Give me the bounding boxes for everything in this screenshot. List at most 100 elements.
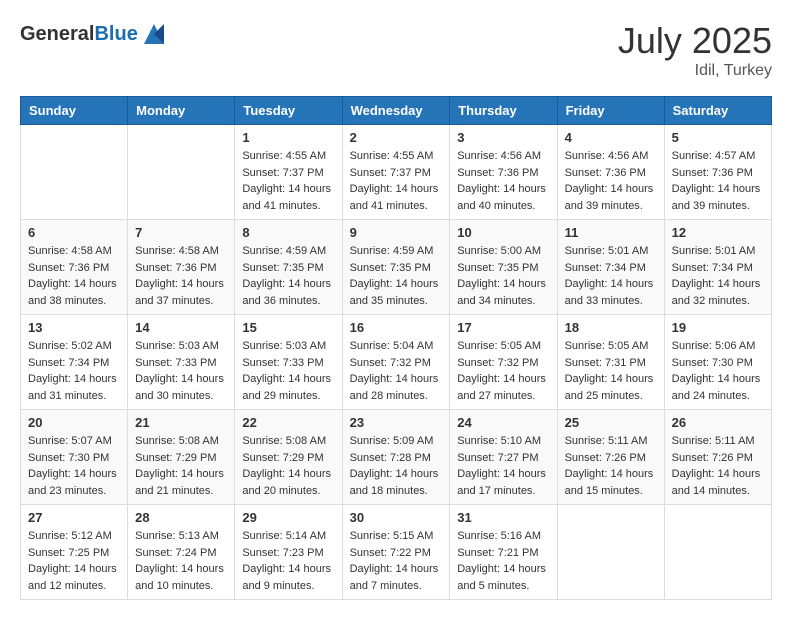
table-row: 9Sunrise: 4:59 AMSunset: 7:35 PMDaylight… bbox=[342, 220, 450, 315]
day-number: 28 bbox=[135, 510, 227, 525]
day-number: 6 bbox=[28, 225, 120, 240]
day-number: 14 bbox=[135, 320, 227, 335]
day-info: Sunrise: 4:58 AMSunset: 7:36 PMDaylight:… bbox=[28, 243, 120, 309]
table-row bbox=[664, 505, 771, 600]
day-info: Sunrise: 5:03 AMSunset: 7:33 PMDaylight:… bbox=[135, 338, 227, 404]
day-number: 2 bbox=[350, 130, 443, 145]
day-number: 25 bbox=[565, 415, 657, 430]
day-number: 31 bbox=[457, 510, 549, 525]
calendar-week-row: 13 Sunrise: 5:02 AMSunset: 7:34 PMDayligh… bbox=[21, 315, 772, 410]
table-row: 30Sunrise: 5:15 AMSunset: 7:22 PMDayligh… bbox=[342, 505, 450, 600]
col-tuesday: Tuesday bbox=[235, 97, 342, 125]
day-number: 21 bbox=[135, 415, 227, 430]
day-info: Sunrise: 5:16 AMSunset: 7:21 PMDaylight:… bbox=[457, 528, 549, 594]
table-row: 1 Sunrise: 4:55 AMSunset: 7:37 PMDaylight… bbox=[235, 125, 342, 220]
day-number: 13 bbox=[28, 320, 120, 335]
day-number: 11 bbox=[565, 225, 657, 240]
table-row: 12Sunrise: 5:01 AMSunset: 7:34 PMDayligh… bbox=[664, 220, 771, 315]
table-row: 22Sunrise: 5:08 AMSunset: 7:29 PMDayligh… bbox=[235, 410, 342, 505]
day-info: Sunrise: 5:11 AMSunset: 7:26 PMDaylight:… bbox=[565, 433, 657, 499]
col-sunday: Sunday bbox=[21, 97, 128, 125]
day-number: 1 bbox=[242, 130, 334, 145]
day-info: Sunrise: 4:56 AMSunset: 7:36 PMDaylight:… bbox=[457, 148, 549, 214]
table-row: 17 Sunrise: 5:05 AMSunset: 7:32 PMDayligh… bbox=[450, 315, 557, 410]
logo-icon bbox=[140, 20, 168, 48]
logo: GeneralBlue bbox=[20, 20, 168, 48]
table-row: 13 Sunrise: 5:02 AMSunset: 7:34 PMDayligh… bbox=[21, 315, 128, 410]
day-number: 3 bbox=[457, 130, 549, 145]
day-info: Sunrise: 4:56 AMSunset: 7:36 PMDaylight:… bbox=[565, 148, 657, 214]
day-number: 8 bbox=[242, 225, 334, 240]
calendar-header-row: Sunday Monday Tuesday Wednesday Thursday… bbox=[21, 97, 772, 125]
table-row: 27 Sunrise: 5:12 AMSunset: 7:25 PMDayligh… bbox=[21, 505, 128, 600]
day-info: Sunrise: 5:06 AMSunset: 7:30 PMDaylight:… bbox=[672, 338, 764, 404]
day-number: 24 bbox=[457, 415, 549, 430]
table-row: 2 Sunrise: 4:55 AMSunset: 7:37 PMDaylight… bbox=[342, 125, 450, 220]
day-info: Sunrise: 5:08 AMSunset: 7:29 PMDaylight:… bbox=[135, 433, 227, 499]
table-row: 29 Sunrise: 5:14 AMSunset: 7:23 PMDayligh… bbox=[235, 505, 342, 600]
day-number: 23 bbox=[350, 415, 443, 430]
day-number: 18 bbox=[565, 320, 657, 335]
day-info: Sunrise: 5:05 AMSunset: 7:31 PMDaylight:… bbox=[565, 338, 657, 404]
table-row: 14 Sunrise: 5:03 AMSunset: 7:33 PMDayligh… bbox=[128, 315, 235, 410]
day-info: Sunrise: 5:08 AMSunset: 7:29 PMDaylight:… bbox=[242, 433, 334, 499]
col-wednesday: Wednesday bbox=[342, 97, 450, 125]
day-number: 9 bbox=[350, 225, 443, 240]
calendar-week-row: 20Sunrise: 5:07 AMSunset: 7:30 PMDayligh… bbox=[21, 410, 772, 505]
day-info: Sunrise: 4:55 AMSunset: 7:37 PMDaylight:… bbox=[242, 148, 334, 214]
day-info: Sunrise: 4:59 AMSunset: 7:35 PMDaylight:… bbox=[242, 243, 334, 309]
table-row: 7 Sunrise: 4:58 AMSunset: 7:36 PMDaylight… bbox=[128, 220, 235, 315]
table-row: 21 Sunrise: 5:08 AMSunset: 7:29 PMDayligh… bbox=[128, 410, 235, 505]
table-row bbox=[557, 505, 664, 600]
day-number: 29 bbox=[242, 510, 334, 525]
col-saturday: Saturday bbox=[664, 97, 771, 125]
day-info: Sunrise: 4:58 AMSunset: 7:36 PMDaylight:… bbox=[135, 243, 227, 309]
day-number: 16 bbox=[350, 320, 443, 335]
table-row: 3 Sunrise: 4:56 AMSunset: 7:36 PMDaylight… bbox=[450, 125, 557, 220]
title-block: July 2025 Idil, Turkey bbox=[618, 20, 772, 80]
table-row: 20Sunrise: 5:07 AMSunset: 7:30 PMDayligh… bbox=[21, 410, 128, 505]
day-number: 4 bbox=[565, 130, 657, 145]
location-subtitle: Idil, Turkey bbox=[618, 62, 772, 80]
day-number: 5 bbox=[672, 130, 764, 145]
table-row: 28Sunrise: 5:13 AMSunset: 7:24 PMDayligh… bbox=[128, 505, 235, 600]
table-row: 23 Sunrise: 5:09 AMSunset: 7:28 PMDayligh… bbox=[342, 410, 450, 505]
col-monday: Monday bbox=[128, 97, 235, 125]
table-row: 4 Sunrise: 4:56 AMSunset: 7:36 PMDaylight… bbox=[557, 125, 664, 220]
day-info: Sunrise: 5:05 AMSunset: 7:32 PMDaylight:… bbox=[457, 338, 549, 404]
month-year-title: July 2025 bbox=[618, 20, 772, 62]
col-friday: Friday bbox=[557, 97, 664, 125]
day-info: Sunrise: 4:57 AMSunset: 7:36 PMDaylight:… bbox=[672, 148, 764, 214]
table-row: 8 Sunrise: 4:59 AMSunset: 7:35 PMDaylight… bbox=[235, 220, 342, 315]
table-row: 6 Sunrise: 4:58 AMSunset: 7:36 PMDaylight… bbox=[21, 220, 128, 315]
table-row bbox=[128, 125, 235, 220]
table-row: 5 Sunrise: 4:57 AMSunset: 7:36 PMDaylight… bbox=[664, 125, 771, 220]
logo-general-text: GeneralBlue bbox=[20, 23, 138, 46]
day-info: Sunrise: 5:04 AMSunset: 7:32 PMDaylight:… bbox=[350, 338, 443, 404]
day-info: Sunrise: 5:12 AMSunset: 7:25 PMDaylight:… bbox=[28, 528, 120, 594]
table-row: 18 Sunrise: 5:05 AMSunset: 7:31 PMDayligh… bbox=[557, 315, 664, 410]
table-row: 11 Sunrise: 5:01 AMSunset: 7:34 PMDayligh… bbox=[557, 220, 664, 315]
day-info: Sunrise: 5:02 AMSunset: 7:34 PMDaylight:… bbox=[28, 338, 120, 404]
day-number: 19 bbox=[672, 320, 764, 335]
table-row: 16 Sunrise: 5:04 AMSunset: 7:32 PMDayligh… bbox=[342, 315, 450, 410]
logo-text-blue: Blue bbox=[94, 23, 137, 45]
day-info: Sunrise: 5:09 AMSunset: 7:28 PMDaylight:… bbox=[350, 433, 443, 499]
calendar-week-row: 1 Sunrise: 4:55 AMSunset: 7:37 PMDaylight… bbox=[21, 125, 772, 220]
day-info: Sunrise: 5:01 AMSunset: 7:34 PMDaylight:… bbox=[565, 243, 657, 309]
day-info: Sunrise: 5:14 AMSunset: 7:23 PMDaylight:… bbox=[242, 528, 334, 594]
day-info: Sunrise: 4:55 AMSunset: 7:37 PMDaylight:… bbox=[350, 148, 443, 214]
table-row: 31 Sunrise: 5:16 AMSunset: 7:21 PMDayligh… bbox=[450, 505, 557, 600]
calendar-week-row: 27 Sunrise: 5:12 AMSunset: 7:25 PMDayligh… bbox=[21, 505, 772, 600]
col-thursday: Thursday bbox=[450, 97, 557, 125]
day-info: Sunrise: 5:11 AMSunset: 7:26 PMDaylight:… bbox=[672, 433, 764, 499]
day-number: 10 bbox=[457, 225, 549, 240]
table-row: 10Sunrise: 5:00 AMSunset: 7:35 PMDayligh… bbox=[450, 220, 557, 315]
table-row bbox=[21, 125, 128, 220]
day-number: 27 bbox=[28, 510, 120, 525]
day-number: 7 bbox=[135, 225, 227, 240]
calendar-table: Sunday Monday Tuesday Wednesday Thursday… bbox=[20, 96, 772, 600]
day-number: 17 bbox=[457, 320, 549, 335]
day-number: 20 bbox=[28, 415, 120, 430]
table-row: 15Sunrise: 5:03 AMSunset: 7:33 PMDayligh… bbox=[235, 315, 342, 410]
